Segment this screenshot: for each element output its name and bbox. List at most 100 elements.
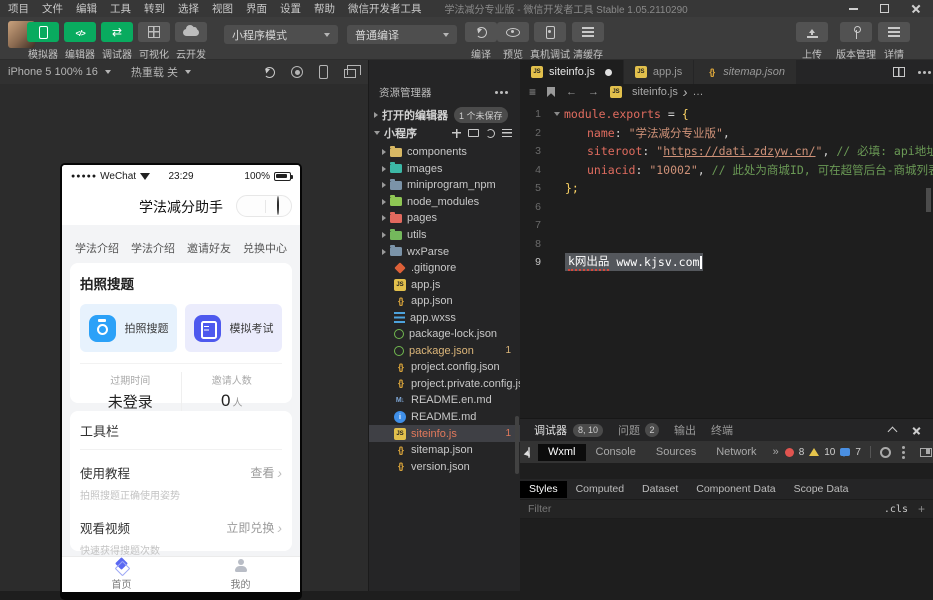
tree-folder-utils[interactable]: utils (369, 227, 520, 244)
menu-tools[interactable]: 工具 (110, 1, 131, 16)
explorer-scrollbar[interactable] (515, 416, 519, 474)
refresh-icon[interactable] (486, 128, 495, 138)
tree-file-project-private-config[interactable]: project.private.config.js… (369, 376, 535, 393)
menu-devtools[interactable]: 微信开发者工具 (348, 1, 422, 16)
inspector-tab-component-data[interactable]: Component Data (687, 481, 784, 498)
bookmark-icon[interactable] (547, 87, 556, 97)
more-button[interactable] (249, 197, 253, 215)
tree-folder-wxparse[interactable]: wxParse (369, 243, 520, 260)
close-panel-icon[interactable] (912, 426, 921, 435)
devtools-tab-wxml[interactable]: Wxml (538, 443, 586, 461)
new-file-icon[interactable] (452, 128, 461, 138)
filter-input[interactable] (528, 503, 884, 515)
collapse-all-icon[interactable] (502, 129, 512, 137)
tree-file-package-lock[interactable]: package-lock.json (369, 326, 520, 343)
navigate-back-icon[interactable] (566, 86, 577, 98)
more-actions-icon[interactable] (918, 70, 921, 74)
code-editor[interactable]: 1 module.exports = { 2 name: "学法减分专业版", 3s… (520, 100, 933, 418)
inspector-tab-computed[interactable]: Computed (567, 481, 633, 498)
clear-cache-button[interactable]: 清缓存 (566, 22, 610, 61)
tree-folder-node-modules[interactable]: node_modules (369, 194, 520, 211)
tab-exchange[interactable]: 兑换中心 (243, 240, 287, 256)
tree-file-version-json[interactable]: version.json (369, 458, 520, 475)
more-actions-icon[interactable] (495, 90, 498, 94)
new-folder-icon[interactable] (468, 129, 479, 137)
project-section[interactable]: 小程序 (369, 124, 520, 142)
more-tabs-button[interactable]: » (767, 446, 785, 458)
devtools-tab-console[interactable]: Console (586, 444, 646, 461)
device-select-dropdown[interactable]: iPhone 5 100% 16 (8, 66, 111, 78)
kebab-menu-icon[interactable] (901, 450, 905, 454)
tab-problems[interactable]: 问题 2 (618, 422, 660, 438)
editor-scrollbar[interactable] (926, 188, 931, 212)
tree-file-app-js[interactable]: app.js (369, 276, 520, 293)
minimize-button[interactable] (849, 7, 858, 10)
navigate-forward-icon[interactable] (588, 86, 599, 98)
tab-intro-1[interactable]: 学法介绍 (75, 240, 119, 256)
tree-file-gitignore[interactable]: .gitignore (369, 260, 520, 277)
tree-file-sitemap-json[interactable]: sitemap.json (369, 442, 520, 459)
hot-reload-dropdown[interactable]: 热重载 关 (131, 64, 191, 80)
tab-output[interactable]: 输出 (674, 422, 696, 438)
menu-select[interactable]: 选择 (178, 1, 199, 16)
detach-window-icon[interactable] (344, 65, 361, 78)
tree-file-app-json[interactable]: app.json (369, 293, 520, 310)
cloud-dev-button[interactable]: 云开发 (168, 22, 214, 61)
tree-folder-miniprogram-npm[interactable]: miniprogram_npm (369, 177, 520, 194)
collapse-panel-icon[interactable] (887, 426, 898, 437)
menu-settings[interactable]: 设置 (280, 1, 301, 16)
menu-project[interactable]: 项目 (8, 1, 29, 16)
tab-debugger[interactable]: 调试器 8, 10 (534, 422, 604, 438)
tree-file-project-config[interactable]: project.config.json (369, 359, 520, 376)
tree-folder-components[interactable]: components (369, 144, 520, 161)
close-button[interactable] (911, 4, 921, 14)
tree-folder-pages[interactable]: pages (369, 210, 520, 227)
breadcrumb[interactable]: siteinfo.js … (610, 84, 704, 100)
gear-icon[interactable] (879, 446, 891, 458)
mode-select-dropdown[interactable]: 小程序模式 (224, 25, 338, 44)
tree-file-siteinfo-js[interactable]: siteinfo.js1 (369, 425, 520, 442)
tree-file-package-json[interactable]: package.json 1 (369, 343, 520, 360)
exit-button[interactable] (277, 196, 280, 215)
open-editors-section[interactable]: 打开的编辑器 1 个未保存 (369, 106, 520, 124)
devtools-tab-sources[interactable]: Sources (646, 444, 706, 461)
tabbar-mine[interactable]: 我的 (181, 557, 300, 592)
add-style-button[interactable]: + (918, 502, 925, 516)
menu-interface[interactable]: 界面 (246, 1, 267, 16)
tab-app-js[interactable]: app.js (623, 60, 695, 84)
menu-view[interactable]: 视图 (212, 1, 233, 16)
tab-terminal[interactable]: 终端 (711, 422, 733, 438)
fold-caret-icon[interactable] (554, 112, 560, 117)
tree-file-readme-en[interactable]: README.en.md (369, 392, 520, 409)
compile-mode-dropdown[interactable]: 普通编译 (347, 25, 457, 44)
outline-menu-icon[interactable] (529, 85, 536, 99)
watch-video-row[interactable]: 观看视频 立即兑换 (80, 518, 282, 537)
tabbar-home[interactable]: 首页 (62, 557, 181, 592)
menu-goto[interactable]: 转到 (144, 1, 165, 16)
tree-file-app-wxss[interactable]: app.wxss (369, 309, 520, 326)
tree-folder-images[interactable]: images (369, 161, 520, 178)
cls-toggle[interactable]: .cls (884, 504, 908, 515)
details-button[interactable]: 详情 (872, 22, 916, 61)
devtools-tab-network[interactable]: Network (706, 444, 766, 461)
photo-search-tile[interactable]: 拍照搜题 (80, 304, 177, 352)
upload-button[interactable]: 上传 (790, 22, 834, 61)
inspect-element-icon[interactable] (528, 446, 530, 458)
tab-intro-2[interactable]: 学法介绍 (131, 240, 175, 256)
menu-edit[interactable]: 编辑 (76, 1, 97, 16)
inspector-tab-dataset[interactable]: Dataset (633, 481, 687, 498)
tab-sitemap-json[interactable]: sitemap.json (694, 60, 797, 84)
device-frame-icon[interactable] (319, 65, 328, 79)
tab-invite[interactable]: 邀请好友 (187, 240, 231, 256)
split-editor-icon[interactable] (893, 67, 905, 77)
menu-file[interactable]: 文件 (42, 1, 63, 16)
menu-help[interactable]: 帮助 (314, 1, 335, 16)
restart-simulator-icon[interactable] (264, 66, 275, 78)
record-icon[interactable] (291, 66, 303, 78)
tab-siteinfo-js[interactable]: siteinfo.js (520, 60, 624, 84)
mock-exam-tile[interactable]: 模拟考试 (185, 304, 282, 352)
tree-file-readme[interactable]: README.md (369, 409, 520, 426)
maximize-button[interactable] (880, 4, 889, 13)
inspector-tab-scope-data[interactable]: Scope Data (785, 481, 858, 498)
inspector-tab-styles[interactable]: Styles (520, 480, 567, 498)
